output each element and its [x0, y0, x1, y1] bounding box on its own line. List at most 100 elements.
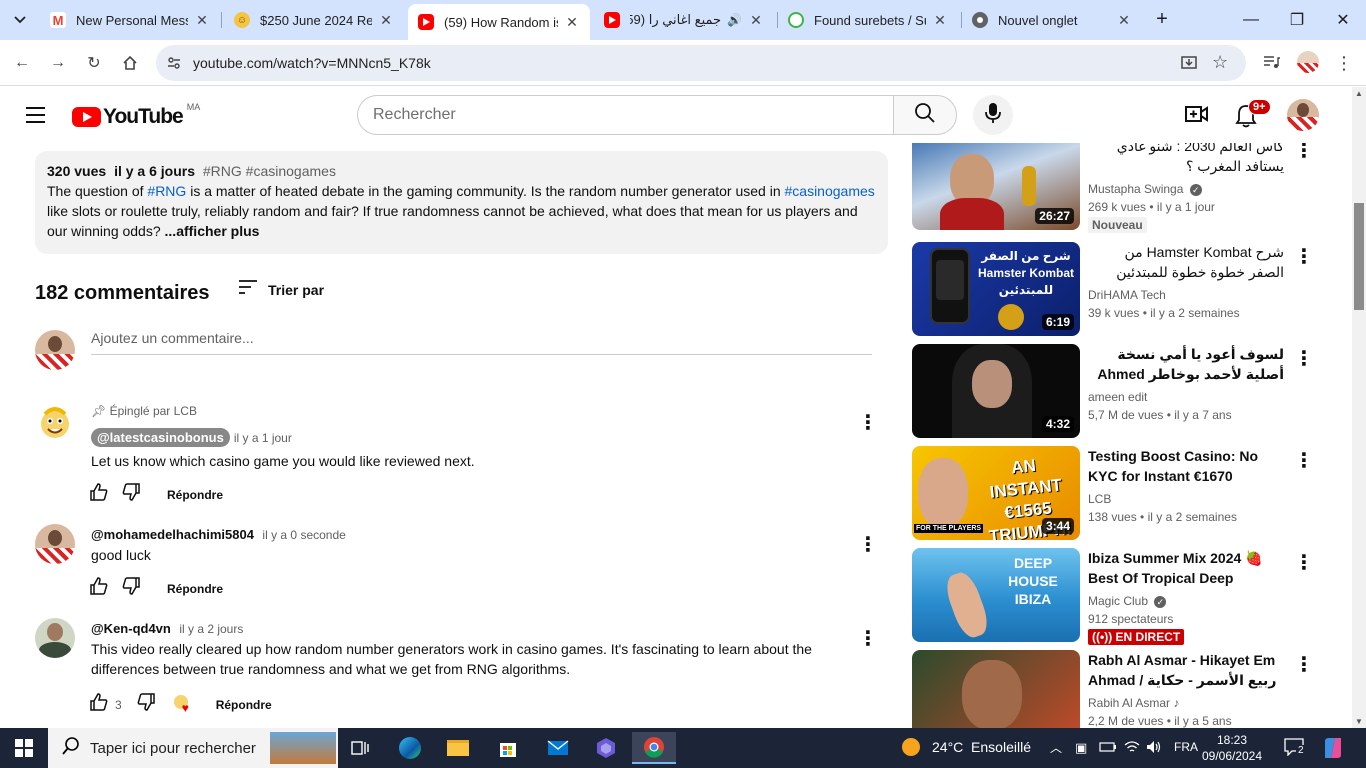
hashtag-link-casinogames[interactable]: #casinogames: [785, 183, 875, 199]
comment-time[interactable]: il y a 2 jours: [179, 622, 243, 636]
account-avatar[interactable]: [1287, 99, 1319, 131]
forward-button[interactable]: →: [44, 49, 72, 77]
video-title[interactable]: Testing Boost Casino: No KYC for Instant…: [1088, 446, 1284, 486]
channel-name[interactable]: DriHAMA Tech: [1088, 288, 1166, 302]
channel-row[interactable]: Magic Club ✓: [1088, 594, 1167, 608]
speaker-icon[interactable]: 🔊: [727, 13, 742, 27]
search-input[interactable]: Rechercher: [357, 95, 894, 135]
weather-widget[interactable]: 24°C Ensoleillé: [902, 738, 1031, 756]
restore-button[interactable]: ❐: [1274, 0, 1320, 40]
recommended-video[interactable]: 4:32 لسوف أعود يا أمي نسخة أصلية لأحمد ب…: [912, 344, 1332, 438]
description-tags[interactable]: #RNG #casinogames: [203, 163, 336, 179]
comment-author[interactable]: @mohamedelhachimi5804: [91, 527, 254, 542]
profile-avatar[interactable]: [1297, 51, 1319, 73]
dislike-icon[interactable]: [121, 576, 141, 601]
recommended-video[interactable]: 26:27 كأس العالم 2030 : شنو غادي يستافد …: [912, 143, 1332, 233]
scroll-down-arrow[interactable]: ▼: [1355, 717, 1363, 726]
commenter-avatar[interactable]: [35, 402, 75, 442]
create-video-button[interactable]: [1185, 104, 1209, 129]
comment-menu-icon[interactable]: ⋮: [856, 532, 880, 556]
like-icon[interactable]: [89, 576, 109, 601]
window-close-button[interactable]: ✕: [1320, 0, 1366, 40]
media-control-icon[interactable]: [1262, 53, 1280, 76]
comment-author[interactable]: @Ken-qd4vn: [91, 621, 171, 636]
reload-button[interactable]: ↻: [80, 49, 108, 77]
video-menu-icon[interactable]: ⋮: [1292, 143, 1316, 162]
channel-row[interactable]: Mustapha Swinga ✓: [1088, 182, 1202, 196]
recommended-video[interactable]: شرح من الصفر Hamster Kombat للمبتدئين 6:…: [912, 242, 1332, 336]
video-menu-icon[interactable]: ⋮: [1292, 346, 1316, 370]
close-icon[interactable]: ✕: [1116, 12, 1132, 29]
notification-center-icon[interactable]: 2: [1284, 738, 1306, 761]
like-icon[interactable]: [89, 482, 109, 507]
video-thumbnail[interactable]: AN INSTANT €1565 TRIUMPH! FOR THE PLAYER…: [912, 446, 1080, 540]
video-title[interactable]: شرح Hamster Kombat من الصفر خطوة خطوة لل…: [1088, 242, 1284, 282]
video-title[interactable]: كأس العالم 2030 : شنو غادي يستافد المغرب…: [1088, 143, 1284, 176]
close-icon[interactable]: ✕: [748, 12, 764, 29]
scrollbar-thumb[interactable]: [1354, 203, 1364, 310]
tab-casino[interactable]: ☺ $250 June 2024 Real ✕: [224, 4, 404, 36]
volume-icon[interactable]: [1146, 740, 1162, 759]
dislike-icon[interactable]: [121, 482, 141, 507]
address-bar[interactable]: youtube.com/watch?v=MNNcn5_K78k ☆: [156, 45, 1246, 81]
comment-author-creator[interactable]: @latestcasinobonus: [91, 428, 230, 447]
comment-time[interactable]: il y a 1 jour: [234, 431, 292, 445]
dislike-icon[interactable]: [136, 692, 156, 717]
video-thumbnail[interactable]: 4:32: [912, 344, 1080, 438]
video-thumbnail[interactable]: 26:27: [912, 143, 1080, 230]
recommended-video[interactable]: Rabh Al Asmar - Hikayet Em Ahmad / ربيع …: [912, 650, 1332, 728]
battery-icon[interactable]: [1099, 740, 1117, 759]
tab-search-button[interactable]: [8, 8, 32, 32]
guide-menu-icon[interactable]: [25, 104, 47, 126]
add-comment-input[interactable]: Ajoutez un commentaire...: [91, 330, 872, 355]
tab-youtube-music[interactable]: جميع اغاني را (59) 🔊 ✕: [594, 4, 774, 36]
comment-time[interactable]: il y a 0 seconde: [262, 528, 345, 542]
site-info-icon[interactable]: [166, 55, 182, 76]
edge-icon[interactable]: [388, 732, 432, 764]
channel-name[interactable]: LCB: [1088, 492, 1111, 506]
chrome-menu-button[interactable]: ⋮: [1330, 49, 1358, 77]
tab-gmail[interactable]: M New Personal Messag ✕: [40, 4, 220, 36]
start-button[interactable]: [2, 732, 46, 764]
reply-button[interactable]: Répondre: [216, 698, 272, 712]
back-button[interactable]: ←: [8, 49, 36, 77]
task-view-icon[interactable]: [338, 732, 382, 764]
camera-icon[interactable]: ▣: [1075, 740, 1087, 756]
home-button[interactable]: [116, 49, 144, 77]
channel-name[interactable]: ameen edit: [1088, 390, 1147, 404]
bookmark-star-icon[interactable]: ☆: [1212, 52, 1228, 73]
tab-youtube-active[interactable]: (59) How Random is t ✕: [408, 4, 590, 40]
video-title[interactable]: لسوف أعود يا أمي نسخة أصلية لأحمد بوخاطر…: [1088, 344, 1284, 384]
hashtag-link-rng[interactable]: #RNG: [147, 183, 186, 199]
reply-button[interactable]: Répondre: [167, 488, 223, 502]
chrome-taskbar-icon[interactable]: [632, 732, 676, 764]
video-thumbnail[interactable]: [912, 650, 1080, 728]
search-button[interactable]: [893, 95, 957, 135]
video-menu-icon[interactable]: ⋮: [1292, 244, 1316, 268]
install-app-icon[interactable]: [1180, 54, 1198, 77]
like-icon[interactable]: [89, 692, 109, 717]
show-more-button[interactable]: ...afficher plus: [165, 223, 260, 239]
video-description[interactable]: 320 vues il y a 6 jours #RNG #casinogame…: [35, 151, 888, 254]
commenter-avatar[interactable]: [35, 524, 75, 564]
sort-comments-button[interactable]: Trier par: [238, 279, 324, 300]
tab-surebet[interactable]: Found surebets / Sur ✕: [778, 4, 958, 36]
notifications-button[interactable]: 9+: [1235, 99, 1271, 133]
clock[interactable]: 18:23 09/06/2024: [1200, 732, 1264, 764]
taskbar-search-box[interactable]: Taper ici pour rechercher: [48, 728, 338, 768]
voice-search-button[interactable]: [973, 95, 1013, 135]
close-icon[interactable]: ✕: [378, 12, 394, 29]
channel-name[interactable]: Mustapha Swinga: [1088, 182, 1183, 196]
input-language[interactable]: FRA: [1174, 740, 1198, 754]
microsoft-store-icon[interactable]: [486, 732, 530, 764]
recommended-video[interactable]: AN INSTANT €1565 TRIUMPH! FOR THE PLAYER…: [912, 446, 1332, 540]
new-tab-button[interactable]: +: [1150, 8, 1174, 32]
reply-button[interactable]: Répondre: [167, 582, 223, 596]
page-scrollbar[interactable]: ▲ ▼: [1352, 87, 1366, 728]
video-menu-icon[interactable]: ⋮: [1292, 448, 1316, 472]
video-title[interactable]: Ibiza Summer Mix 2024 🍓 Best Of Tropical…: [1088, 548, 1284, 588]
video-title[interactable]: Rabh Al Asmar - Hikayet Em Ahmad / ربيع …: [1088, 650, 1284, 690]
comment-menu-icon[interactable]: ⋮: [856, 626, 880, 650]
comment-menu-icon[interactable]: ⋮: [856, 410, 880, 434]
youtube-logo[interactable]: YouTube MA: [72, 102, 200, 129]
